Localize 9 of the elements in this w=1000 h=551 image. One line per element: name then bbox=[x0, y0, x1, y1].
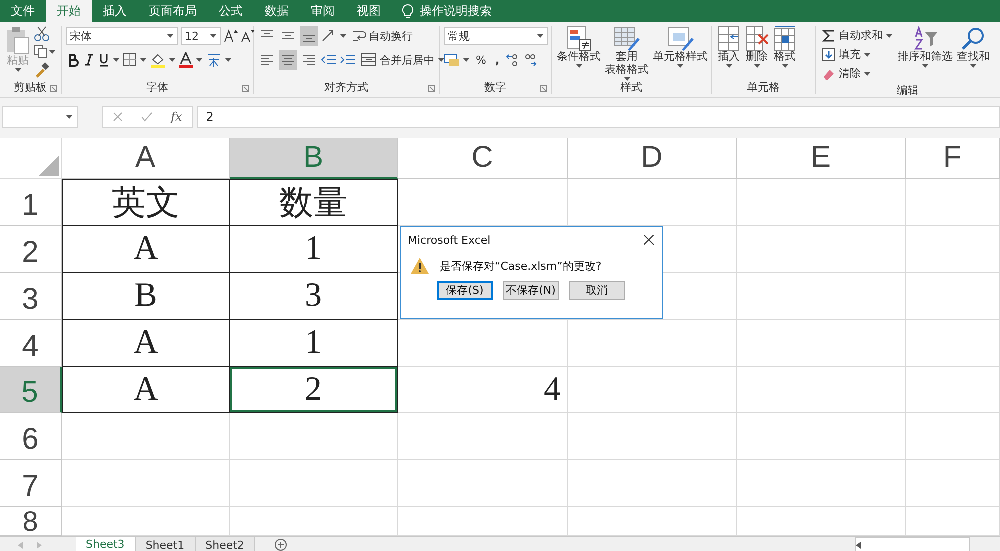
group-label: 编辑 bbox=[897, 82, 919, 97]
dialog-title: Microsoft Excel bbox=[408, 234, 491, 246]
group-label: 样式 bbox=[620, 80, 642, 94]
group-label: 数字 bbox=[484, 80, 506, 94]
group-label: 剪贴板 bbox=[14, 80, 47, 94]
group-label: 字体 bbox=[146, 80, 168, 94]
dialog-message: 是否保存对“Case.xlsm”的更改? bbox=[440, 258, 602, 274]
group-label: 对齐方式 bbox=[324, 80, 368, 94]
group-label: 单元格 bbox=[747, 80, 780, 94]
